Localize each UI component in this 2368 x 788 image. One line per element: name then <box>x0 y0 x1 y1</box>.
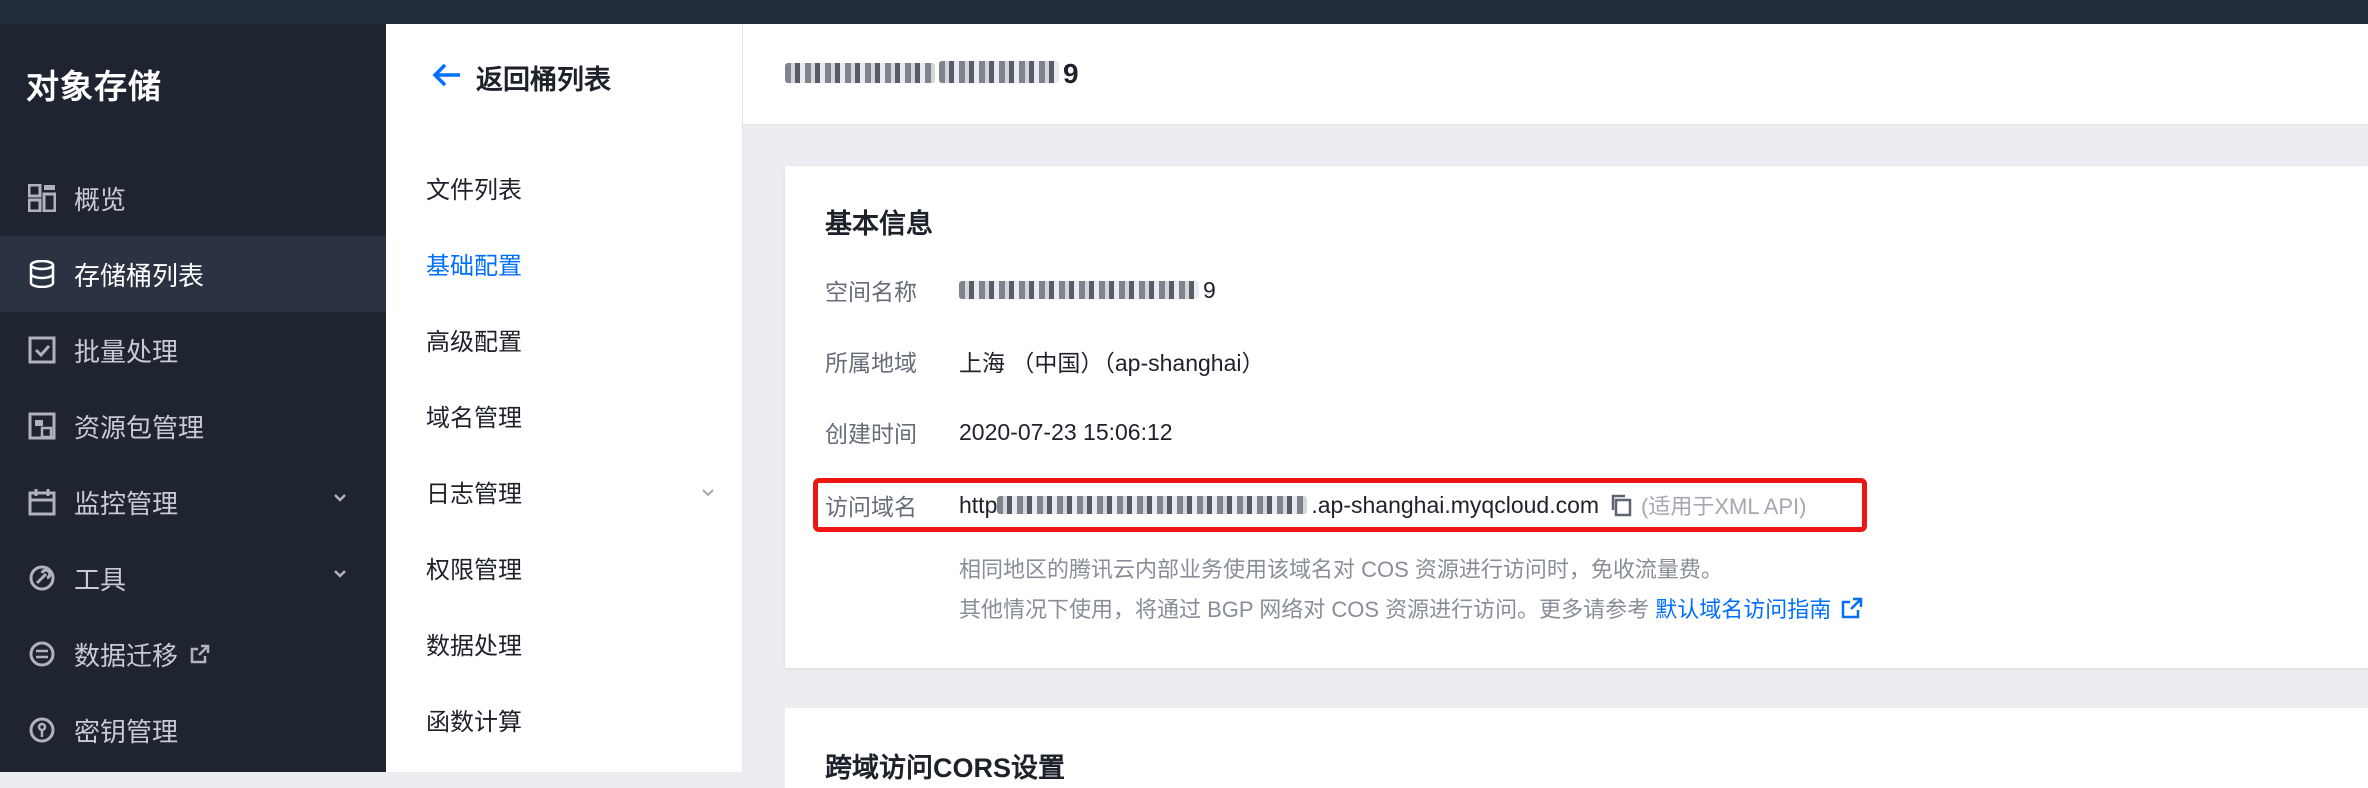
field-created: 创建时间 2020-07-23 15:06:12 <box>825 412 1173 452</box>
sidebar-item-bucket-list[interactable]: 存储桶列表 <box>0 236 386 312</box>
field-label: 创建时间 <box>825 421 917 447</box>
sidebar: 对象存储 概览 存储桶列表 批量处理 资源包管理 监控管理 工具 数据迁移 密钥… <box>0 24 386 772</box>
sidebar-item-batch[interactable]: 批量处理 <box>0 312 386 388</box>
submenu-file-list[interactable]: 文件列表 <box>426 170 716 205</box>
external-link-icon <box>190 644 210 664</box>
copy-icon[interactable] <box>1609 493 1633 517</box>
submenu-log-label: 日志管理 <box>426 481 522 508</box>
basic-info-card: 基本信息 空间名称 9 所属地域 上海 （中国）（ap-shanghai） 创建… <box>785 166 2368 668</box>
page-header: 9 <box>743 24 2368 125</box>
redacted-text <box>997 496 1308 514</box>
field-domain: 访问域名 http .ap-shanghai.myqcloud.com (适用于X… <box>825 485 1806 525</box>
sidebar-item-label: 资源包管理 <box>74 412 205 443</box>
sidebar-item-migration[interactable]: 数据迁移 <box>0 616 386 692</box>
bucket-submenu: 返回桶列表 文件列表 基础配置 高级配置 域名管理 日志管理 权限管理 数据处理… <box>386 24 743 772</box>
calendar-icon <box>26 486 58 518</box>
submenu-log[interactable]: 日志管理 <box>426 474 716 509</box>
field-label: 所属地域 <box>825 350 917 376</box>
sidebar-item-package[interactable]: 资源包管理 <box>0 388 386 464</box>
domain-note-line2: 其他情况下使用，将通过 BGP 网络对 COS 资源进行访问。更多请参考 默认域… <box>959 592 1863 624</box>
sidebar-item-label: 工具 <box>74 564 127 595</box>
sidebar-item-monitor[interactable]: 监控管理 <box>0 464 386 540</box>
back-to-bucket-list[interactable]: 返回桶列表 <box>432 58 611 97</box>
sidebar-item-label: 密钥管理 <box>74 716 179 747</box>
sidebar-item-label: 存储桶列表 <box>74 260 205 291</box>
card-title: 基本信息 <box>825 209 933 239</box>
field-value: 上海 （中国）（ap-shanghai） <box>959 350 1265 376</box>
migration-icon <box>26 638 58 670</box>
sidebar-item-label: 数据迁移 <box>74 640 179 671</box>
submenu-basic-config[interactable]: 基础配置 <box>426 246 716 281</box>
submenu-data-processing[interactable]: 数据处理 <box>426 626 716 661</box>
redacted-text <box>939 61 1059 83</box>
sidebar-item-overview[interactable]: 概览 <box>0 160 386 236</box>
key-icon <box>26 714 58 746</box>
cors-card: 跨域访问CORS设置 <box>785 708 2368 788</box>
default-domain-guide-link[interactable]: 默认域名访问指南 <box>1655 592 1831 624</box>
field-value: http .ap-shanghai.myqcloud.com (适用于XML AP… <box>959 489 1806 521</box>
page-title: 9 <box>785 58 1079 90</box>
chevron-down-icon <box>332 490 348 511</box>
sidebar-item-label: 概览 <box>74 184 127 215</box>
chevron-down-icon <box>700 480 716 508</box>
field-region: 所属地域 上海 （中国）（ap-shanghai） <box>825 341 1265 381</box>
card-title: 跨域访问CORS设置 <box>825 753 1066 783</box>
top-bar <box>0 0 2368 24</box>
database-icon <box>26 258 58 290</box>
redacted-text <box>785 63 935 83</box>
sidebar-item-label: 监控管理 <box>74 488 179 519</box>
submenu-function[interactable]: 函数计算 <box>426 702 716 737</box>
submenu-domain[interactable]: 域名管理 <box>426 398 716 433</box>
package-icon <box>26 410 58 442</box>
checklist-icon <box>26 334 58 366</box>
domain-hint: (适用于XML API) <box>1641 494 1807 519</box>
submenu-permission[interactable]: 权限管理 <box>426 550 716 585</box>
grid-icon <box>26 182 58 214</box>
submenu-advanced-config[interactable]: 高级配置 <box>426 322 716 357</box>
field-label: 空间名称 <box>825 279 917 305</box>
field-value: 2020-07-23 15:06:12 <box>959 418 1173 445</box>
back-label: 返回桶列表 <box>476 65 611 95</box>
product-title: 对象存储 <box>26 68 162 105</box>
redacted-text <box>959 281 1199 299</box>
external-link-icon[interactable] <box>1841 597 1863 619</box>
domain-note-line1: 相同地区的腾讯云内部业务使用该域名对 COS 资源进行访问时，免收流量费。 <box>959 557 1723 582</box>
sidebar-item-label: 批量处理 <box>74 336 179 367</box>
field-value: 9 <box>959 277 1216 304</box>
tool-icon <box>26 562 58 594</box>
chevron-down-icon <box>332 566 348 587</box>
sidebar-item-keys[interactable]: 密钥管理 <box>0 692 386 768</box>
arrow-left-icon <box>432 62 462 93</box>
sidebar-item-tools[interactable]: 工具 <box>0 540 386 616</box>
field-bucket-name: 空间名称 9 <box>825 270 1216 310</box>
field-label: 访问域名 <box>825 494 917 520</box>
